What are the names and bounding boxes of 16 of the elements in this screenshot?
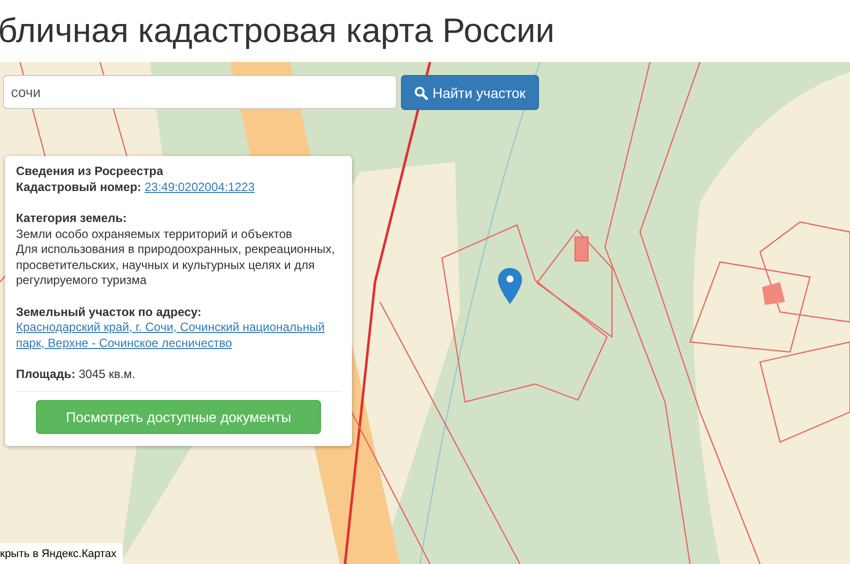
land-category-label: Категория земель: bbox=[16, 211, 128, 226]
map-pin-icon[interactable] bbox=[497, 267, 523, 305]
address-link[interactable]: Краснодарский край, г. Сочи, Сочинский национальный парк, Верхне - Сочинское лесничество bbox=[16, 320, 341, 351]
page-title: бличная кадастровая карта России bbox=[0, 12, 554, 50]
open-in-yandex-maps-link[interactable]: крыть в Яндекс.Картах bbox=[0, 543, 123, 564]
cadastral-number-label: Кадастровый номер: bbox=[16, 180, 142, 194]
land-category-text: Земли особо охраняемых территорий и объектов bbox=[16, 226, 294, 242]
find-plot-button[interactable]: Найти участок bbox=[401, 75, 539, 110]
area-text: Площадь: 3045 кв.м. bbox=[16, 367, 341, 392]
address-label: Земельный участок по адресу: bbox=[16, 304, 202, 320]
view-documents-button[interactable]: Посмотреть доступные документы bbox=[36, 400, 321, 434]
land-category-text: Для использования в природоохранных, рекреационных, просветительских, научных и культурных целях и для регулируемого туризма bbox=[16, 242, 336, 288]
cadastral-number-link[interactable]: 23:49:0202004:1223 bbox=[144, 180, 255, 194]
search-field[interactable]: сочи bbox=[3, 75, 397, 109]
card-title: Сведения из Росреестра bbox=[16, 164, 164, 180]
search-icon bbox=[414, 86, 428, 100]
